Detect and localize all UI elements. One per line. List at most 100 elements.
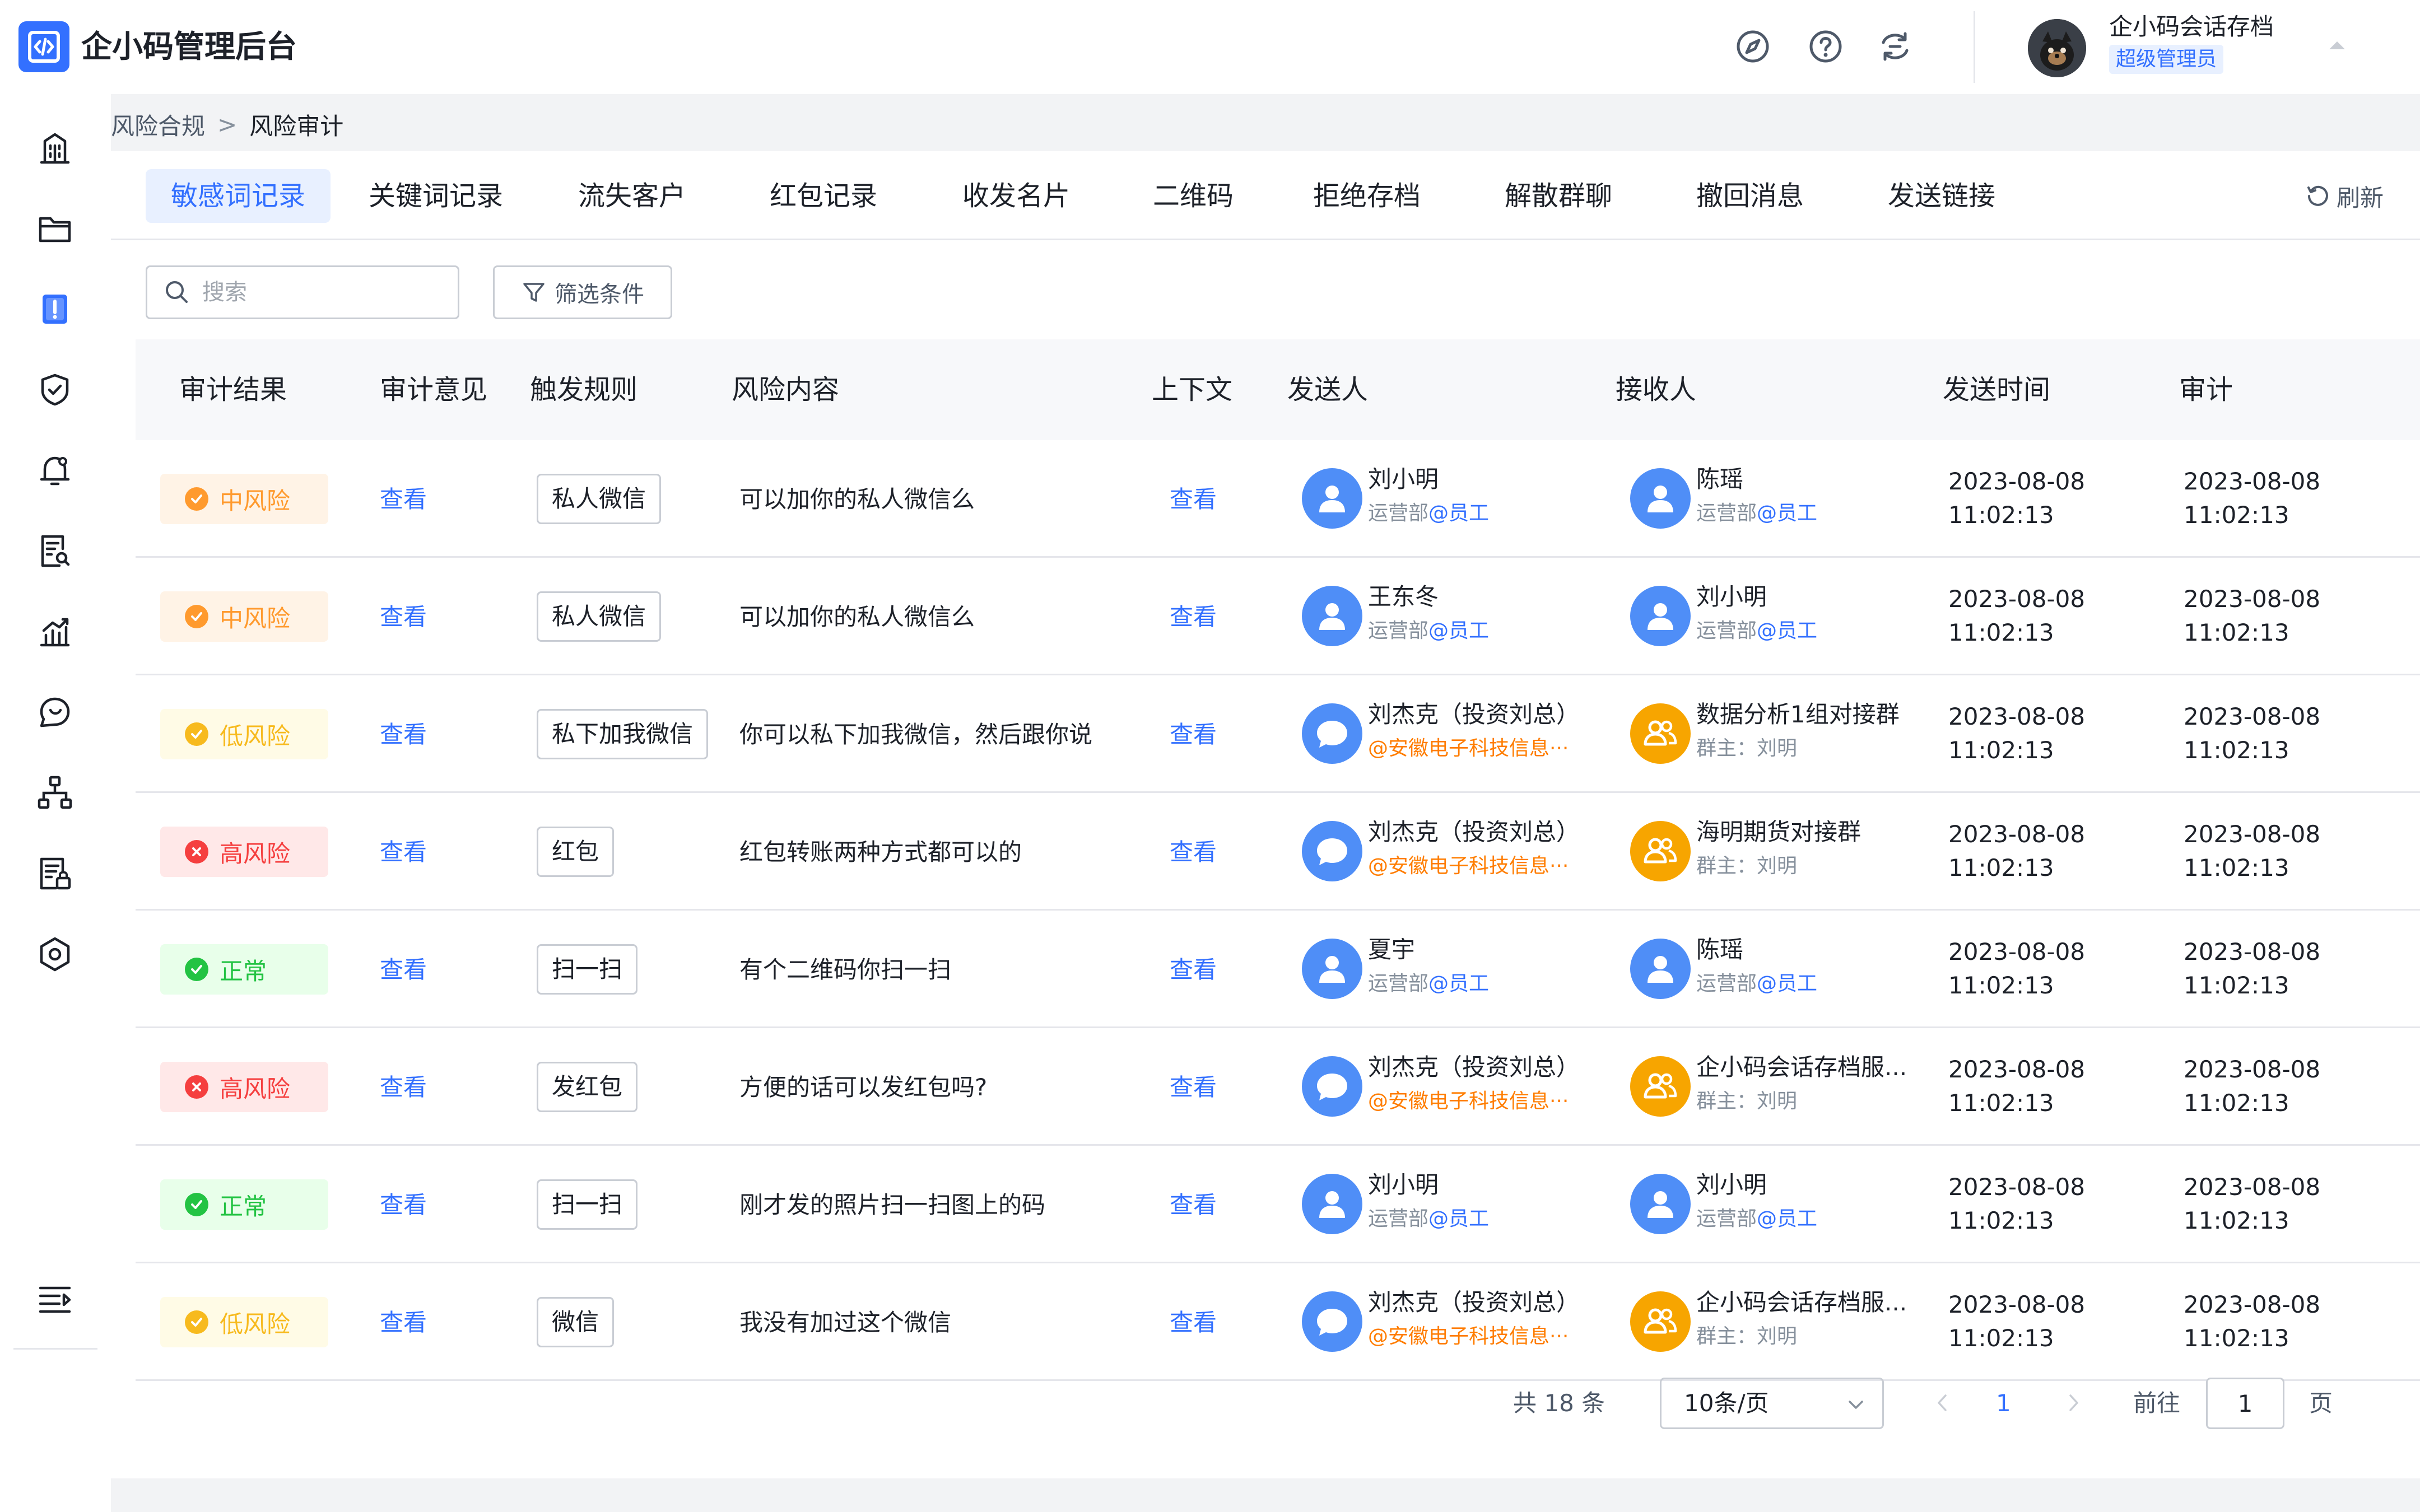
send-clock: 11:02:13 [1948,1089,2054,1117]
col-send-time: 发送时间 [1943,374,2051,405]
risk-level-label: 正常 [220,1192,267,1220]
context-link[interactable]: 查看 [1170,719,1217,750]
send-date: 2023-08-08 [1948,585,2086,613]
risk-status-icon [185,605,208,628]
sender-avatar [1302,939,1362,999]
receiver-name: 海明期货对接群 [1696,818,1861,846]
search-input[interactable] [202,279,438,305]
refresh-button[interactable]: 刷新 [2303,179,2384,213]
alert-icon[interactable] [34,288,76,330]
audit-date: 2023-08-08 [2184,1173,2321,1201]
filter-label: 筛选条件 [555,282,644,307]
user-icon [1648,603,1673,630]
tab-business-cards[interactable]: 收发名片 [943,169,1089,223]
chat-bubble-icon [1317,1074,1347,1100]
chart-icon[interactable] [34,610,76,653]
context-link[interactable]: 查看 [1170,484,1217,515]
building-icon[interactable] [34,127,76,169]
org-tree-icon[interactable] [34,772,76,814]
breadcrumb-parent[interactable]: 风险合规 [111,108,205,142]
tab-sent-links[interactable]: 发送链接 [1869,169,2014,223]
help-icon[interactable] [1806,27,1845,66]
page-number-current[interactable]: 1 [1996,1387,2011,1420]
switch-icon[interactable] [1876,27,1915,66]
sender-name: 王东冬 [1368,583,1439,610]
audit-opinion-link[interactable]: 查看 [380,954,427,986]
send-clock: 11:02:13 [1948,972,2054,999]
risk-status-icon [185,958,208,981]
audit-opinion-link[interactable]: 查看 [380,1072,427,1103]
sender-avatar [1302,468,1362,529]
risk-level-label: 高风险 [220,839,291,867]
chevron-right-icon [2069,1394,2078,1411]
chat-icon[interactable] [34,691,76,734]
audit-opinion-link[interactable]: 查看 [380,601,427,633]
audit-date: 2023-08-08 [2184,703,2321,730]
receiver-avatar [1630,939,1691,999]
table-row: 高风险 查看 发红包 方便的话可以发红包吗? 查看 刘杰克（投资刘总） @安徽电子科技信息·… [136,1028,2420,1146]
tab-dissolved-groups[interactable]: 解散群聊 [1486,169,1631,223]
audit-opinion-link[interactable]: 查看 [380,1307,427,1338]
tab-recalled-messages[interactable]: 撤回消息 [1677,169,1823,223]
context-link[interactable]: 查看 [1170,601,1217,633]
audit-clock: 11:02:13 [2184,854,2289,881]
document-search-icon[interactable] [34,530,76,572]
user-menu-caret-icon[interactable] [2329,41,2345,49]
receiver-dept: 运营部@员工 [1696,617,1817,645]
audit-opinion-link[interactable]: 查看 [380,719,427,750]
audit-clock: 11:02:13 [2184,1089,2289,1117]
receiver-avatar [1630,1291,1691,1352]
tab-qrcode[interactable]: 二维码 [1132,169,1255,223]
goto-page-input[interactable] [2206,1378,2284,1429]
document-lock-icon[interactable] [34,852,76,895]
context-link[interactable]: 查看 [1170,1072,1217,1103]
risk-content: 方便的话可以发红包吗? [739,1074,988,1101]
audit-time: 2023-08-08 11:02:13 [2184,1288,2320,1355]
tab-lost-customers[interactable]: 流失客户 [559,169,705,223]
receiver-avatar [1630,1174,1691,1234]
risk-level-label: 高风险 [220,1075,291,1103]
context-link[interactable]: 查看 [1170,837,1217,868]
sender-name: 刘杰克（投资刘总） [1368,701,1580,728]
risk-level-badge: 低风险 [160,709,328,759]
send-date: 2023-08-08 [1948,703,2086,730]
breadcrumb: 风险合规 > 风险审计 [111,108,343,141]
context-link[interactable]: 查看 [1170,1307,1217,1338]
sender-name: 刘杰克（投资刘总） [1368,818,1580,846]
context-link[interactable]: 查看 [1170,1189,1217,1221]
folder-icon[interactable] [34,207,76,250]
page-size-select[interactable]: 10条/页 [1660,1378,1884,1429]
sender-dept-name: 运营部 [1368,1207,1429,1230]
page-label: 页 [2309,1389,2333,1417]
settings-icon[interactable] [34,933,76,976]
audit-opinion-link[interactable]: 查看 [380,1189,427,1221]
audit-opinion-link[interactable]: 查看 [380,484,427,515]
top-header: 企小码管理后台 企小码会话存档 超级管理员 [0,0,2420,94]
app-logo[interactable] [18,21,69,72]
user-avatar[interactable] [2028,19,2086,77]
next-page-button[interactable] [2059,1389,2087,1417]
receiver-owner: 群主：刘明 [1696,1325,1798,1348]
send-clock: 11:02:13 [1948,1207,2054,1234]
compass-icon[interactable] [1733,27,1772,66]
audit-clock: 11:02:13 [2184,619,2289,646]
audit-date: 2023-08-08 [2184,820,2321,848]
shield-check-icon[interactable] [34,368,76,411]
receiver-avatar [1630,586,1691,646]
tab-keywords[interactable]: 关键词记录 [352,169,520,223]
filter-button[interactable]: 筛选条件 [493,265,672,319]
tab-red-packets[interactable]: 红包记录 [751,169,896,223]
risk-level-badge: 低风险 [160,1297,328,1347]
audit-opinion-link[interactable]: 查看 [380,837,427,868]
audit-clock: 11:02:13 [2184,972,2289,999]
menu-toggle-icon[interactable] [34,1278,76,1320]
search-icon [166,281,188,303]
tab-sensitive-words[interactable]: 敏感词记录 [146,169,331,223]
search-box[interactable] [146,265,459,319]
send-clock: 11:02:13 [1948,736,2054,764]
context-link[interactable]: 查看 [1170,954,1217,986]
sender-avatar [1302,586,1362,646]
bell-icon[interactable] [34,449,76,492]
prev-page-button[interactable] [1929,1389,1957,1417]
tab-refused-archive[interactable]: 拒绝存档 [1294,169,1440,223]
